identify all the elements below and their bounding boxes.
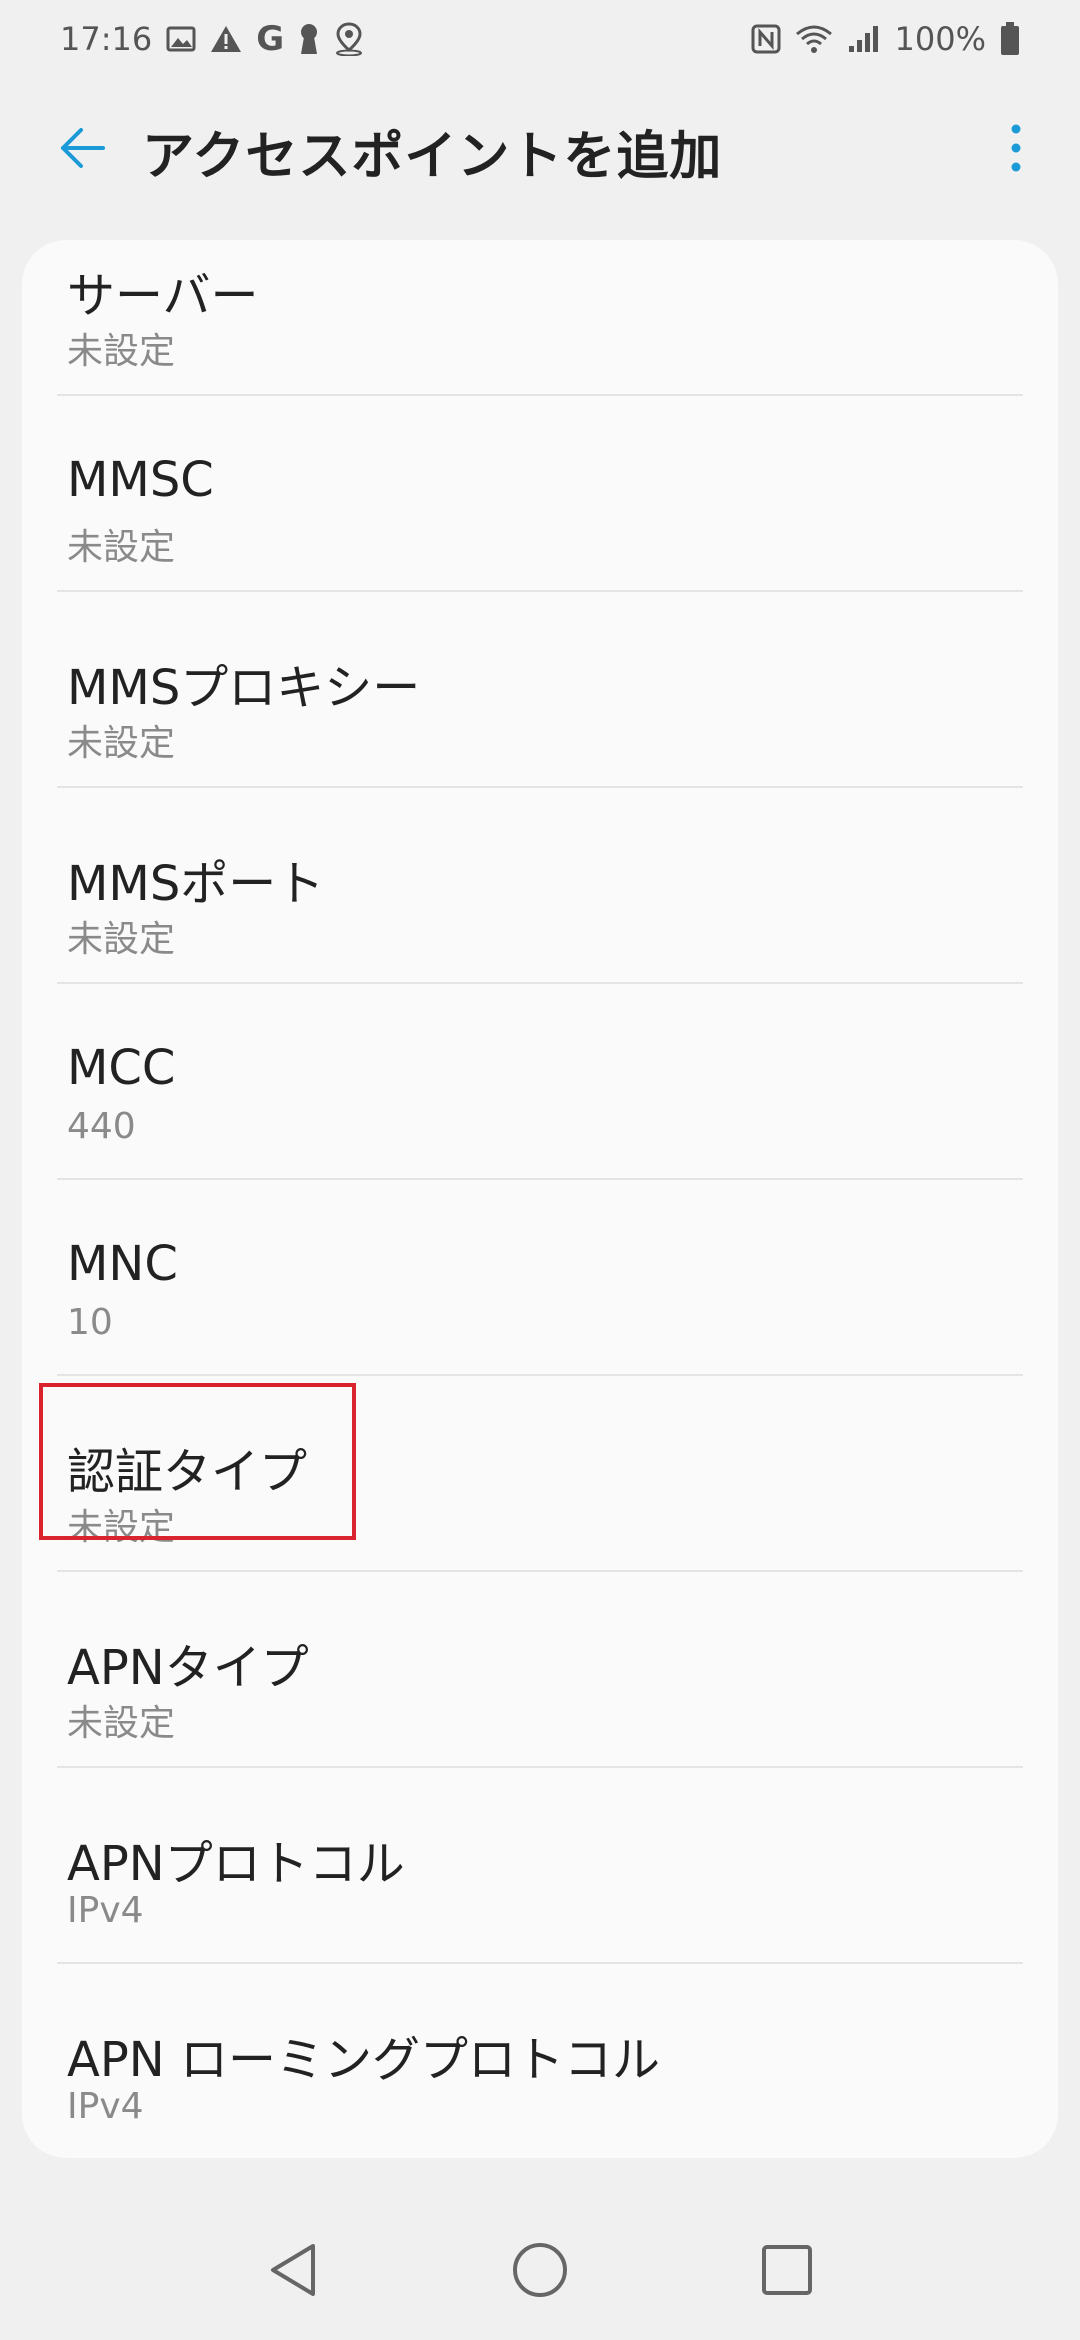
wifi-icon — [795, 24, 833, 54]
navigation-bar — [0, 2200, 1080, 2340]
nav-home-button[interactable] — [495, 2225, 585, 2315]
setting-mmsc[interactable]: MMSC 未設定 — [22, 396, 1058, 592]
image-icon — [166, 25, 196, 53]
setting-value: 未設定 — [67, 1703, 176, 1744]
recents-square-icon — [761, 2245, 812, 2295]
setting-title: APN ローミングプロトコル — [67, 2032, 660, 2088]
nfc-icon — [751, 24, 781, 54]
setting-title: サーバー — [67, 268, 259, 324]
status-time: 17:16 — [60, 20, 153, 58]
settings-list: サーバー 未設定 MMSC 未設定 MMSプロキシー 未設定 MMSポート 未設… — [22, 240, 1058, 2158]
more-options-button[interactable] — [986, 118, 1046, 178]
setting-title: APNプロトコル — [67, 1836, 405, 1892]
nav-back-button[interactable] — [248, 2225, 338, 2315]
setting-apn-protocol[interactable]: APNプロトコル IPv4 — [22, 1768, 1058, 1964]
home-circle-icon — [512, 2243, 567, 2297]
keyhole-icon — [298, 23, 320, 55]
setting-apn-roaming-protocol[interactable]: APN ローミングプロトコル IPv4 — [22, 1964, 1058, 2158]
setting-value: 未設定 — [67, 331, 176, 372]
setting-auth-type[interactable]: 認証タイプ 未設定 — [22, 1376, 1058, 1572]
back-triangle-icon — [271, 2244, 316, 2296]
status-bar: 17:16 G 100% — [0, 0, 1080, 78]
settings-card: サーバー 未設定 MMSC 未設定 MMSプロキシー 未設定 MMSポート 未設… — [22, 240, 1058, 2158]
setting-value: 未設定 — [67, 1507, 176, 1548]
more-vert-icon — [1011, 124, 1021, 172]
battery-icon — [1000, 22, 1020, 56]
setting-title: MNC — [67, 1236, 178, 1292]
setting-value: 未設定 — [67, 723, 176, 764]
setting-value: IPv4 — [67, 1890, 144, 1931]
setting-title: MMSポート — [67, 856, 325, 912]
setting-title: 認証タイプ — [67, 1444, 308, 1500]
app-bar: アクセスポイントを追加 — [0, 88, 1080, 208]
setting-mms-proxy[interactable]: MMSプロキシー 未設定 — [22, 592, 1058, 788]
setting-mnc[interactable]: MNC 10 — [22, 1180, 1058, 1376]
setting-mms-port[interactable]: MMSポート 未設定 — [22, 788, 1058, 984]
status-right: 100% — [751, 20, 1020, 58]
setting-value: IPv4 — [67, 2086, 144, 2127]
location-pin-icon — [334, 22, 364, 56]
google-icon: G — [256, 19, 285, 59]
setting-title: APNタイプ — [67, 1640, 309, 1696]
back-button[interactable] — [52, 118, 112, 178]
alert-icon — [210, 25, 242, 53]
nav-recents-button[interactable] — [742, 2225, 832, 2315]
setting-server[interactable]: サーバー 未設定 — [22, 240, 1058, 396]
battery-percent: 100% — [894, 20, 986, 58]
status-left: 17:16 G — [60, 19, 364, 59]
signal-icon — [847, 24, 881, 54]
page-title: アクセスポイントを追加 — [142, 127, 723, 187]
setting-value: 440 — [67, 1106, 136, 1147]
setting-title: MMSC — [67, 452, 214, 508]
setting-value: 未設定 — [67, 919, 176, 960]
setting-apn-type[interactable]: APNタイプ 未設定 — [22, 1572, 1058, 1768]
setting-mcc[interactable]: MCC 440 — [22, 984, 1058, 1180]
setting-title: MCC — [67, 1040, 176, 1096]
setting-value: 10 — [67, 1302, 113, 1343]
setting-title: MMSプロキシー — [67, 660, 421, 716]
arrow-left-icon — [61, 128, 105, 168]
setting-value: 未設定 — [67, 527, 176, 568]
